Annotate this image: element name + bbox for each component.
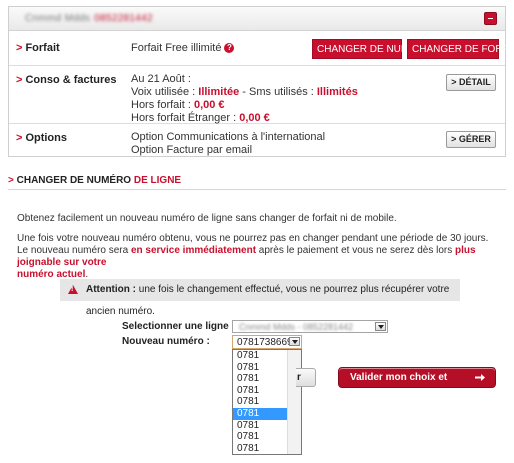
- conso-hors-forfait: Hors forfait : 0,00 €: [131, 99, 225, 111]
- warning-icon: [68, 285, 78, 294]
- row-options: > Options Option Communications à l'inter…: [9, 124, 505, 157]
- collapse-icon[interactable]: [484, 12, 497, 25]
- account-name: Cnmmd Mdds 0852281442: [25, 13, 153, 24]
- number-select[interactable]: 0781738669: [232, 335, 302, 349]
- help-icon[interactable]: ?: [224, 43, 235, 54]
- intro-paragraph-2: Une fois votre nouveau numéro obtenu, vo…: [17, 233, 489, 280]
- options-list: Option Communications à l'international …: [131, 131, 325, 157]
- list-scrollbar[interactable]: [287, 350, 301, 454]
- intro-line-1: Obtenez facilement un nouveau numéro de …: [17, 213, 397, 224]
- forfait-value: Forfait Free illimité?: [131, 42, 235, 55]
- manage-button[interactable]: > GÉRER: [446, 131, 496, 148]
- number-options-list[interactable]: 0781078107810781078107810781078107810781: [232, 349, 302, 455]
- conso-date: Au 21 Août :: [131, 73, 191, 85]
- options-label: > Options: [16, 132, 67, 144]
- section-divider: [8, 189, 506, 190]
- change-plan-button[interactable]: CHANGER DE FORFAIT: [407, 39, 514, 59]
- arrow-right-icon: [475, 374, 485, 381]
- number-select-label: Nouveau numéro :: [122, 336, 210, 347]
- line-select-label: Selectionner une ligne :: [122, 321, 235, 332]
- option-email-bill: Option Facture par email: [131, 144, 253, 156]
- number-option[interactable]: 0781: [233, 454, 301, 455]
- forfait-label: > Forfait: [16, 42, 60, 54]
- chevron-down-icon: [289, 337, 300, 346]
- conso-usage: Voix utilisée : Illimitée - Sms utilisés…: [131, 86, 358, 98]
- account-header: Cnmmd Mdds 0852281442: [9, 7, 505, 31]
- row-forfait: > Forfait Forfait Free illimité? CHANGER …: [9, 32, 514, 66]
- line-select[interactable]: Cnmmd Mdds - 0852281442: [232, 320, 388, 333]
- detail-button[interactable]: > DÉTAIL: [446, 74, 496, 91]
- row-conso: > Conso & factures Au 21 Août : Voix util…: [9, 66, 505, 124]
- conso-label: > Conso & factures: [16, 74, 117, 86]
- chevron-down-icon: [375, 322, 386, 331]
- secondary-button[interactable]: r: [296, 368, 316, 387]
- option-international: Option Communications à l'international: [131, 131, 326, 143]
- account-panel: Cnmmd Mdds 0852281442 > Forfait Forfait Fr…: [8, 6, 514, 157]
- conso-details: Au 21 Août : Voix utilisée : Illimitée -…: [131, 73, 358, 125]
- attention-notice: Attention : une fois le changement effec…: [60, 279, 460, 317]
- change-number-button[interactable]: CHANGER DE NUMÉRO: [312, 39, 431, 59]
- section-title: > CHANGER DE NUMÉRO DE LIGNE: [8, 175, 182, 186]
- validate-button[interactable]: Valider mon choix et continuer: [338, 367, 496, 402]
